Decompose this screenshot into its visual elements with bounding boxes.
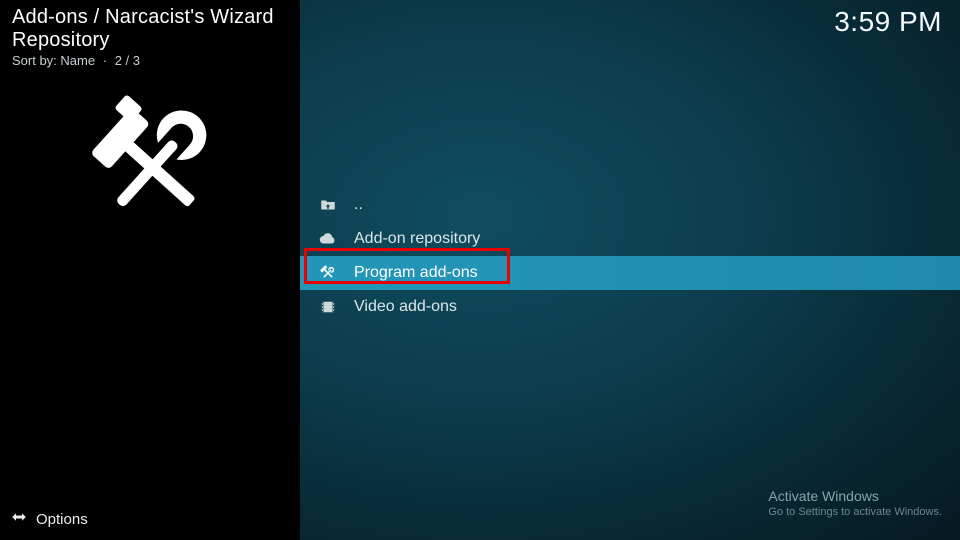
- clock: 3:59 PM: [834, 6, 942, 38]
- list-item-label: Add-on repository: [354, 230, 480, 248]
- watermark-title: Activate Windows: [768, 488, 942, 504]
- list-item-label: Program add-ons: [354, 264, 478, 282]
- category-tools-icon: [75, 90, 230, 250]
- addon-list: .. Add-on repository Program add-ons: [300, 188, 960, 324]
- list-item-parent[interactable]: ..: [300, 188, 960, 222]
- watermark-sub: Go to Settings to activate Windows.: [768, 506, 942, 518]
- sidebar: Add-ons / Narcacist's Wizard Repository …: [0, 0, 300, 540]
- options-label: Options: [36, 511, 88, 528]
- item-position: 2 / 3: [115, 53, 140, 68]
- list-item-video-addons[interactable]: Video add-ons: [300, 290, 960, 324]
- film-icon: [318, 297, 338, 317]
- list-item-addon-repository[interactable]: Add-on repository: [300, 222, 960, 256]
- header: Add-ons / Narcacist's Wizard Repository …: [12, 6, 300, 68]
- breadcrumb: Add-ons / Narcacist's Wizard Repository: [12, 6, 300, 52]
- list-item-label: ..: [354, 196, 363, 214]
- tools-icon: [318, 263, 338, 283]
- options-button[interactable]: Options: [10, 508, 88, 530]
- sort-value[interactable]: Name: [60, 53, 95, 68]
- cloud-icon: [318, 229, 338, 249]
- sort-label: Sort by:: [12, 53, 57, 68]
- main-pane: 3:59 PM .. Add-on repository: [300, 0, 960, 540]
- list-item-label: Video add-ons: [354, 298, 457, 316]
- arrows-horizontal-icon: [10, 508, 28, 530]
- folder-up-icon: [318, 195, 338, 215]
- dot-separator: ·: [99, 53, 111, 68]
- windows-watermark: Activate Windows Go to Settings to activ…: [768, 488, 942, 518]
- list-item-program-addons[interactable]: Program add-ons: [300, 256, 960, 290]
- sort-line: Sort by: Name · 2 / 3: [12, 53, 300, 68]
- app-window: Add-ons / Narcacist's Wizard Repository …: [0, 0, 960, 540]
